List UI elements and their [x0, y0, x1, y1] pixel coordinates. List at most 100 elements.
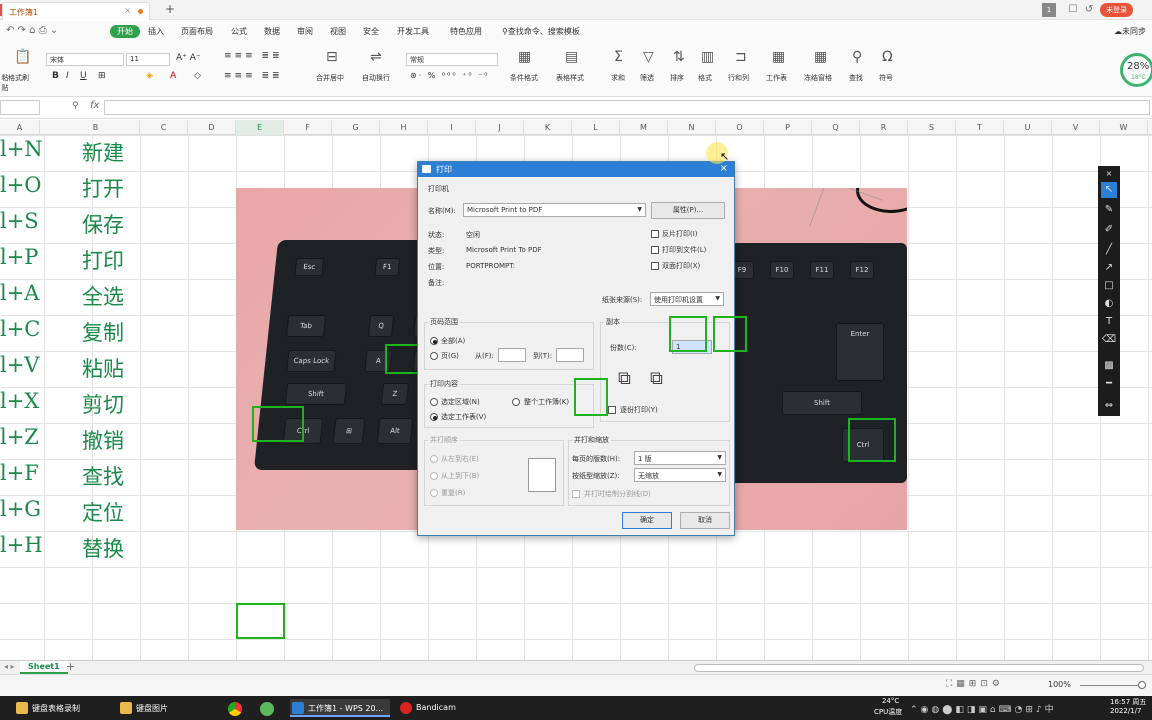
sync-status[interactable]: ☁未同步 — [1114, 26, 1146, 37]
paper-source-select[interactable]: 使用打印机设置 ▼ — [650, 292, 724, 306]
fill-icon[interactable]: ▩ — [1101, 358, 1117, 374]
from-input[interactable] — [498, 348, 526, 362]
symbol-icon[interactable]: Ω — [882, 49, 893, 65]
menu-page-layout[interactable]: 页面布局 — [181, 26, 213, 37]
reverse-print-checkbox[interactable] — [651, 230, 659, 238]
zoom-slider[interactable] — [1080, 685, 1146, 686]
sheet-nav-icons[interactable]: ◂ ▸ — [4, 662, 15, 671]
column-header-s[interactable]: S — [908, 120, 956, 135]
freeze-label[interactable]: 冻结窗格 — [804, 73, 832, 83]
font-name-select[interactable]: 宋体 — [46, 53, 124, 66]
repeat-radio[interactable] — [430, 489, 438, 497]
font-color-icon[interactable]: A — [170, 71, 176, 81]
new-tab-button[interactable]: + — [165, 2, 175, 16]
column-header-j[interactable]: J — [476, 120, 524, 135]
menu-special[interactable]: 特色应用 — [450, 26, 482, 37]
printer-name-select[interactable]: Microsoft Print to PDF ▼ — [463, 203, 646, 217]
filter-icon[interactable]: ▽ — [643, 49, 654, 65]
shortcut-action-cell[interactable]: 剪切 — [82, 389, 124, 419]
column-header-l[interactable]: L — [572, 120, 620, 135]
column-header-k[interactable]: K — [524, 120, 572, 135]
shortcut-action-cell[interactable]: 保存 — [82, 209, 124, 239]
filter-label[interactable]: 筛选 — [640, 73, 654, 83]
palette-icon[interactable]: ◐ — [1101, 296, 1117, 312]
shortcut-action-cell[interactable]: 替换 — [82, 533, 124, 563]
underline-icon[interactable]: U — [80, 71, 87, 81]
wrap-label[interactable]: 自动换行 — [362, 73, 390, 83]
shortcut-key-cell[interactable]: l+P — [0, 245, 38, 269]
format-label[interactable]: 格式 — [698, 73, 712, 83]
properties-button[interactable]: 属性(P)... — [651, 202, 725, 219]
range-pages-radio[interactable] — [430, 352, 438, 360]
column-header-a[interactable]: A — [0, 120, 40, 135]
range-all-radio[interactable] — [430, 337, 438, 345]
add-sheet-button[interactable]: + — [66, 660, 75, 673]
whole-book-radio[interactable] — [512, 398, 520, 406]
column-header-u[interactable]: U — [1004, 120, 1052, 135]
number-format-select[interactable]: 常规 — [406, 53, 498, 66]
column-header-m[interactable]: M — [620, 120, 668, 135]
dialog-close-icon[interactable]: × — [720, 163, 728, 174]
shortcut-action-cell[interactable]: 打印 — [82, 245, 124, 275]
scale-select[interactable]: 无缩放 ▼ — [634, 468, 726, 482]
table-style-icon[interactable]: ▤ — [565, 49, 578, 65]
column-header-f[interactable]: F — [284, 120, 332, 135]
shortcut-action-cell[interactable]: 全选 — [82, 281, 124, 311]
format-icon[interactable]: ▥ — [701, 49, 714, 65]
italic-icon[interactable]: I — [66, 71, 69, 81]
align-icons[interactable]: ≡≡≡ ≣≣ — [224, 51, 283, 61]
bold-icon[interactable]: B — [52, 71, 59, 81]
column-header-n[interactable]: N — [668, 120, 716, 135]
per-page-select[interactable]: 1 版 ▼ — [634, 451, 726, 465]
taskbar-item-bandicam[interactable]: Bandicam — [398, 699, 478, 717]
shortcut-key-cell[interactable]: l+F — [0, 461, 39, 485]
shortcut-key-cell[interactable]: l+X — [0, 389, 39, 413]
zoom-slider-thumb[interactable] — [1138, 681, 1146, 689]
ok-button[interactable]: 确定 — [622, 512, 672, 529]
format-painter-label[interactable]: 格式刷 — [8, 73, 29, 83]
collate-checkbox[interactable] — [608, 406, 616, 414]
sort-icon[interactable]: ⇅ — [673, 49, 685, 65]
column-header-t[interactable]: T — [956, 120, 1004, 135]
worksheet-label[interactable]: 工作表 — [766, 73, 787, 83]
tab-workbook1[interactable]: 工作簿1 × — [2, 2, 150, 20]
arrow-icon[interactable]: ↗ — [1101, 260, 1117, 276]
fx-label[interactable]: fx — [90, 100, 99, 111]
taskbar-item-wps[interactable]: 工作簿1 - WPS 20... — [290, 699, 390, 717]
help-icon[interactable]: ↺ — [1082, 3, 1096, 17]
menu-developer[interactable]: 开发工具 — [397, 26, 429, 37]
shortcut-key-cell[interactable]: l+O — [0, 173, 42, 197]
expand-icon[interactable]: ⇔ — [1101, 398, 1117, 414]
column-header-r[interactable]: R — [860, 120, 908, 135]
column-header-e[interactable]: E — [236, 120, 284, 135]
marker-icon[interactable]: ✐ — [1101, 222, 1117, 238]
paste-icon[interactable]: 📋 — [14, 49, 31, 65]
cut-lines-checkbox[interactable] — [572, 490, 580, 498]
menu-view[interactable]: 视图 — [330, 26, 346, 37]
column-header-o[interactable]: O — [716, 120, 764, 135]
wrap-icon[interactable]: ⇌ — [370, 49, 382, 65]
clear-icon[interactable]: ◇ — [194, 71, 201, 81]
column-header-h[interactable]: H — [380, 120, 428, 135]
column-header-i[interactable]: I — [428, 120, 476, 135]
shortcut-key-cell[interactable]: l+S — [0, 209, 39, 233]
column-header-d[interactable]: D — [188, 120, 236, 135]
menu-home[interactable]: 开始 — [110, 25, 140, 38]
sheet-tab-sheet1[interactable]: Sheet1 — [20, 661, 68, 674]
shortcut-key-cell[interactable]: l+V — [0, 353, 39, 377]
tab-close-icon[interactable]: × — [124, 6, 131, 15]
shortcut-key-cell[interactable]: l+H — [0, 533, 43, 557]
menu-formula[interactable]: 公式 — [231, 26, 247, 37]
conditional-format-icon[interactable]: ▦ — [518, 49, 531, 65]
rowcol-icon[interactable]: ⊐ — [735, 49, 747, 65]
taskbar-item-folder1[interactable]: 键盘表格录制 — [14, 699, 114, 717]
find-label[interactable]: 查找 — [849, 73, 863, 83]
selection-radio[interactable] — [430, 398, 438, 406]
shortcut-action-cell[interactable]: 定位 — [82, 497, 124, 527]
align-icons-2[interactable]: ≡≡≡ ≣≣ — [224, 71, 283, 81]
name-box[interactable] — [0, 100, 40, 115]
menu-security[interactable]: 安全 — [363, 26, 379, 37]
zoom-level[interactable]: 100% — [1048, 680, 1071, 689]
menu-data[interactable]: 数据 — [264, 26, 280, 37]
stroke-width-icon[interactable]: ━ — [1101, 376, 1117, 392]
